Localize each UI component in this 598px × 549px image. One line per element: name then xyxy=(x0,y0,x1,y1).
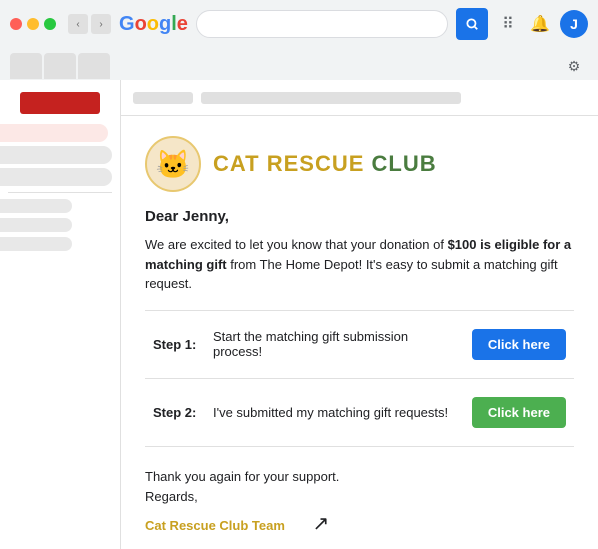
step1-label: Step 1: xyxy=(145,319,205,370)
step2-click-here-button[interactable]: Click here xyxy=(472,397,566,428)
sidebar-item-sent[interactable] xyxy=(0,168,112,186)
minimize-button[interactable] xyxy=(27,18,39,30)
logo-rescue: RESCUE xyxy=(267,151,372,176)
step1-row: Step 1: Start the matching gift submissi… xyxy=(145,319,574,370)
email-greeting: Dear Jenny, xyxy=(145,208,574,225)
footer-link[interactable]: Cat Rescue Club Team xyxy=(145,518,285,533)
gmail-layout: 🐱 CAT RESCUE CLUB Dear Jenny, We are exc… xyxy=(0,80,598,549)
steps-table: Step 1: Start the matching gift submissi… xyxy=(145,319,574,455)
tab-bar: ⚙ xyxy=(0,48,598,80)
step2-btn-cell: Click here xyxy=(464,387,574,438)
forward-button[interactable]: › xyxy=(91,14,111,34)
browser-chrome: ‹ › Google ⠿ 🔔 J ⚙ xyxy=(0,0,598,80)
step2-row: Step 2: I've submitted my matching gift … xyxy=(145,387,574,438)
close-button[interactable] xyxy=(10,18,22,30)
cursor-icon: ↗ xyxy=(313,508,330,540)
apps-icon[interactable]: ⠿ xyxy=(496,12,520,36)
tab-2[interactable] xyxy=(44,53,76,79)
footer-line2: Regards, xyxy=(145,487,574,508)
logo-icon: 🐱 xyxy=(145,136,201,192)
step2-desc: I've submitted my matching gift requests… xyxy=(205,387,464,438)
search-button[interactable] xyxy=(456,8,488,40)
tab-1[interactable] xyxy=(10,53,42,79)
email-area: 🐱 CAT RESCUE CLUB Dear Jenny, We are exc… xyxy=(120,80,598,549)
body-intro: We are excited to let you know that your… xyxy=(145,237,448,252)
divider-3 xyxy=(145,446,574,447)
step1-desc: Start the matching gift submission proce… xyxy=(205,319,464,370)
email-list-header xyxy=(121,80,598,116)
header-bar-1 xyxy=(133,92,193,104)
step2-label: Step 2: xyxy=(145,387,205,438)
notifications-icon[interactable]: 🔔 xyxy=(528,12,552,36)
compose-button[interactable] xyxy=(20,92,100,114)
divider-row-1 xyxy=(145,370,574,387)
tab-3[interactable] xyxy=(78,53,110,79)
divider-2 xyxy=(145,378,574,379)
sidebar-item-more2[interactable] xyxy=(0,237,72,251)
logo-section: 🐱 CAT RESCUE CLUB xyxy=(145,136,574,192)
step1-click-here-button[interactable]: Click here xyxy=(472,329,566,360)
logo-club: CLUB xyxy=(372,151,437,176)
settings-icon[interactable]: ⚙ xyxy=(560,52,588,80)
email-footer: Thank you again for your support. Regard… xyxy=(145,467,574,541)
address-bar[interactable] xyxy=(196,10,448,38)
sidebar xyxy=(0,80,120,549)
sidebar-item-starred[interactable] xyxy=(0,146,112,164)
back-button[interactable]: ‹ xyxy=(68,14,88,34)
sidebar-divider xyxy=(8,192,112,193)
avatar[interactable]: J xyxy=(560,10,588,38)
google-logo: Google xyxy=(119,13,188,36)
email-content: 🐱 CAT RESCUE CLUB Dear Jenny, We are exc… xyxy=(121,116,598,549)
maximize-button[interactable] xyxy=(44,18,56,30)
sidebar-item-more1[interactable] xyxy=(0,218,72,232)
email-body: We are excited to let you know that your… xyxy=(145,235,574,294)
divider-row-2 xyxy=(145,438,574,455)
divider-1 xyxy=(145,310,574,311)
logo-cat: CAT xyxy=(213,151,267,176)
header-bar-2 xyxy=(201,92,461,104)
traffic-lights xyxy=(10,18,56,30)
sidebar-item-inbox[interactable] xyxy=(0,124,108,142)
logo-text: CAT RESCUE CLUB xyxy=(213,151,437,177)
footer-line1: Thank you again for your support. xyxy=(145,467,574,488)
sidebar-item-drafts[interactable] xyxy=(0,199,72,213)
step1-btn-cell: Click here xyxy=(464,319,574,370)
